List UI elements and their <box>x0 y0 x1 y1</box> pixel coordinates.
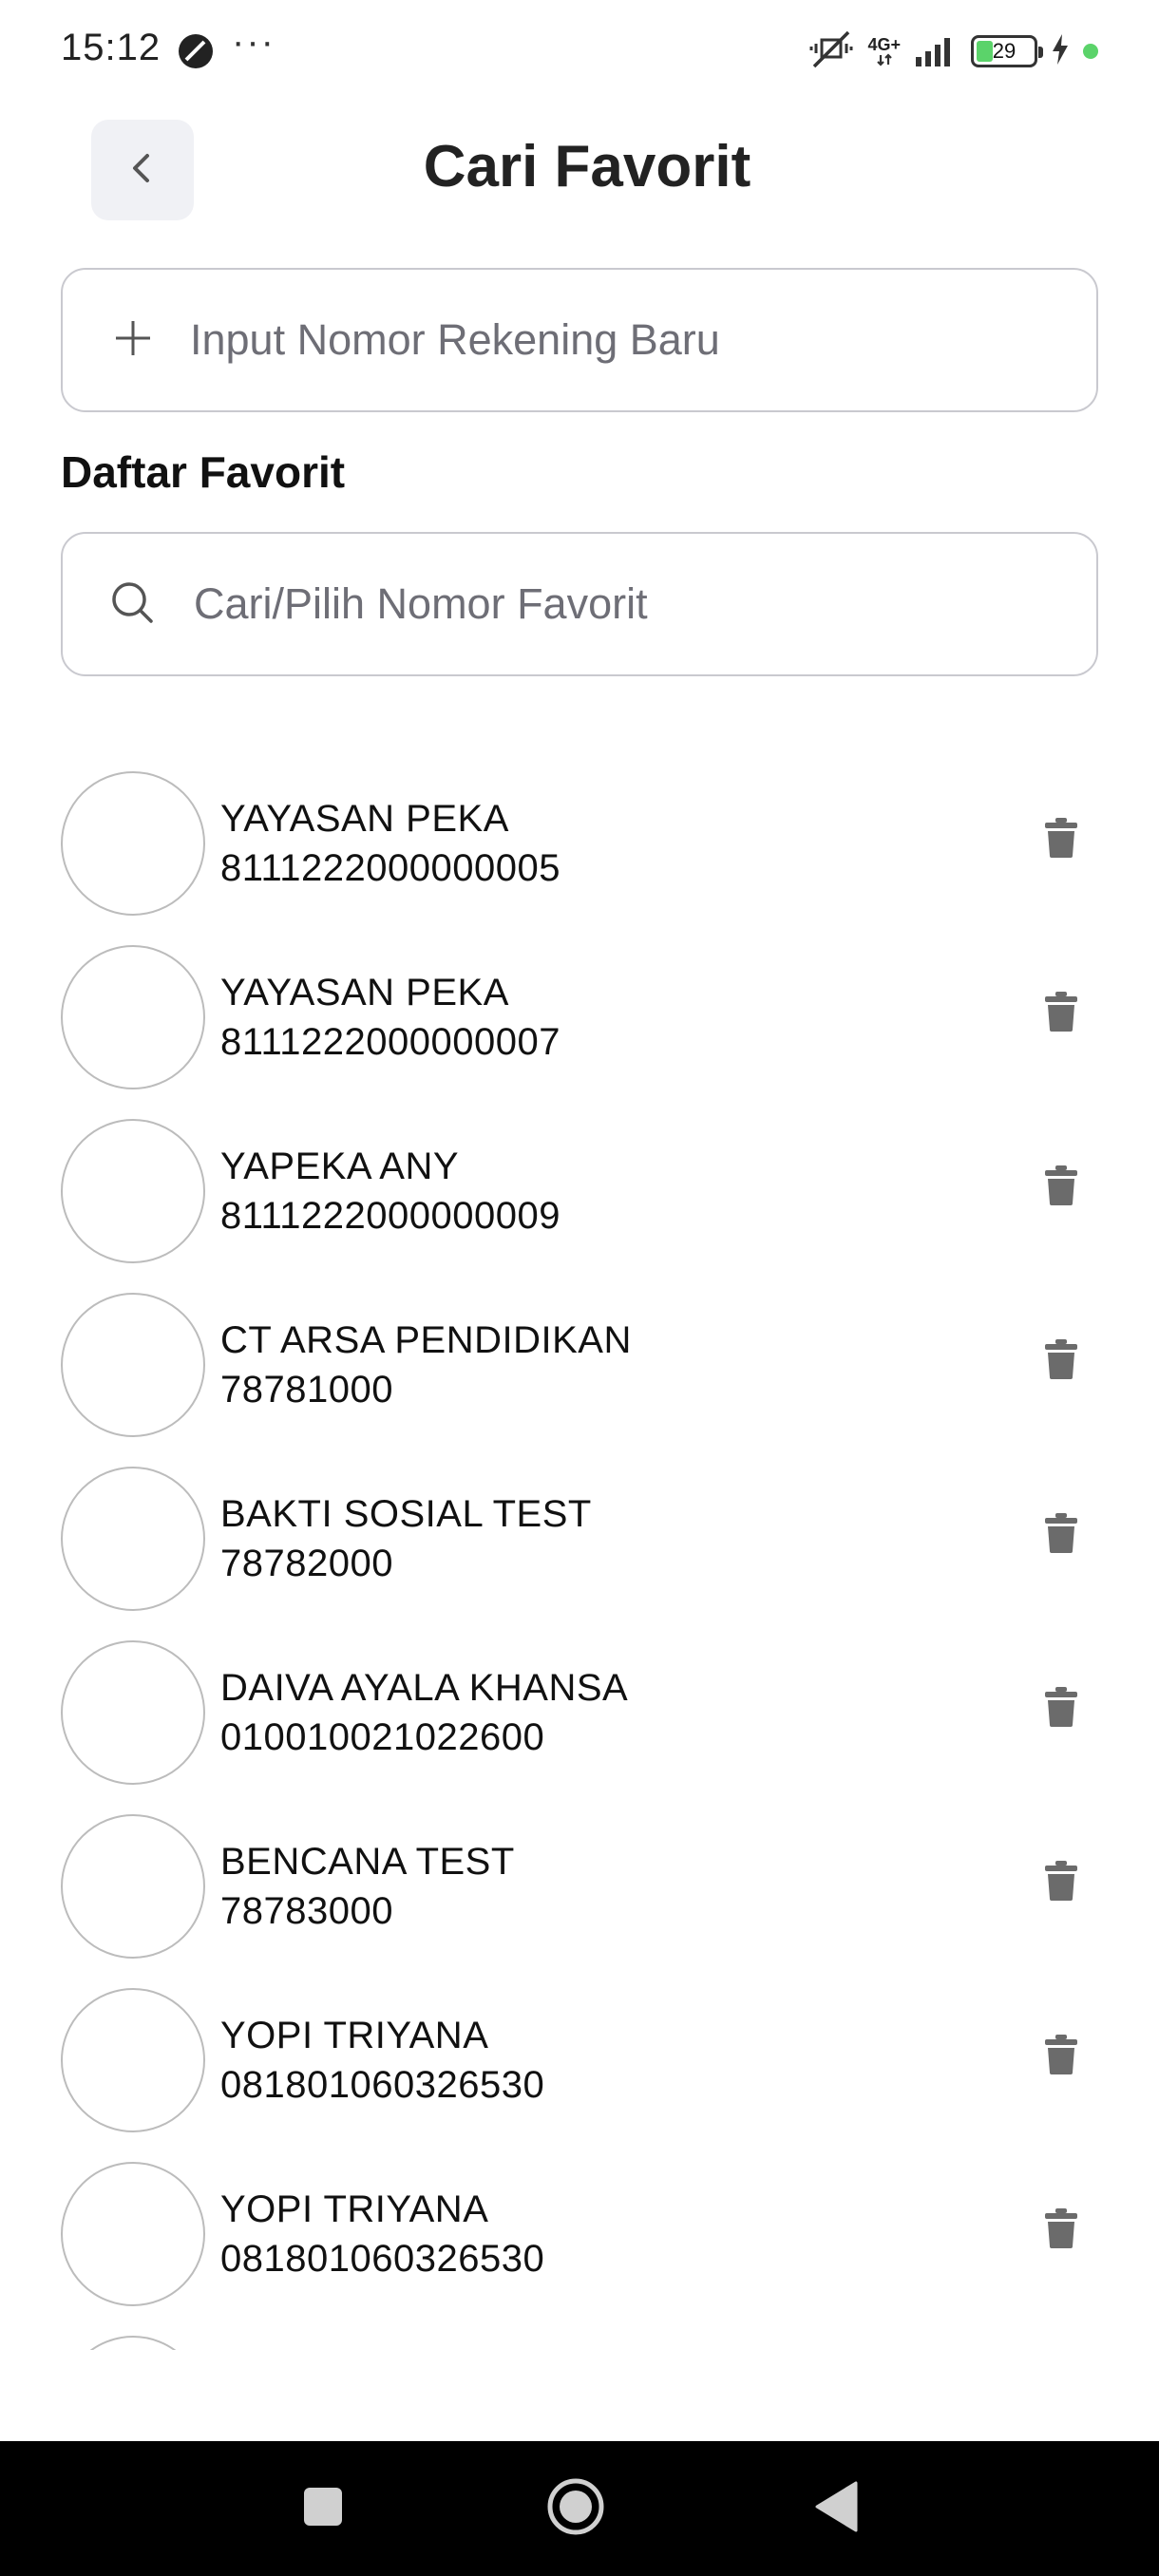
favorite-name: YOPI TRIYANA <box>220 2188 489 2230</box>
avatar <box>61 771 205 916</box>
favorite-account-number: 8111222000000009 <box>220 1195 560 1237</box>
favorite-name: CT ARSA PENDIDIKAN <box>220 1319 632 1361</box>
trash-icon <box>1044 1860 1078 1913</box>
back-button[interactable] <box>91 120 194 220</box>
favorite-account-number: 78782000 <box>220 1543 393 1584</box>
trash-icon <box>1044 991 1078 1044</box>
delete-favorite-button[interactable] <box>1037 991 1085 1044</box>
favorite-account-number: 8111222000000005 <box>220 847 560 889</box>
avatar <box>61 945 205 1089</box>
avatar <box>61 1640 205 1785</box>
system-nav-bar <box>0 2441 1159 2576</box>
new-account-field[interactable] <box>61 268 1098 412</box>
favorite-item[interactable]: YAYASAN PEKA 8111222000000005 <box>0 766 1159 939</box>
avatar <box>61 1467 205 1611</box>
favorites-section-title: Daftar Favorit <box>61 447 346 497</box>
trash-icon <box>1044 817 1078 870</box>
status-time: 15:12 <box>61 27 162 68</box>
favorite-item[interactable] <box>0 2330 1159 2350</box>
delete-favorite-button[interactable] <box>1037 2207 1085 2261</box>
favorite-name: YAYASAN PEKA <box>220 972 509 1013</box>
delete-favorite-button[interactable] <box>1037 817 1085 870</box>
avatar <box>61 1814 205 1959</box>
avatar <box>61 1293 205 1437</box>
favorite-item[interactable]: BAKTI SOSIAL TEST 78782000 <box>0 1461 1159 1635</box>
favorite-name: DAIVA AYALA KHANSA <box>220 1667 629 1709</box>
favorite-item[interactable]: YAYASAN PEKA 8111222000000007 <box>0 939 1159 1113</box>
trash-icon <box>1044 1338 1078 1392</box>
status-icons: 4G+ 29 <box>808 28 1098 74</box>
app-notification-icon <box>177 32 215 70</box>
trash-icon <box>1044 1512 1078 1565</box>
circle-home-icon <box>545 2476 606 2542</box>
favorite-search-input[interactable] <box>194 579 1049 629</box>
search-icon <box>110 580 154 629</box>
favorite-account-number: 8111222000000007 <box>220 1021 560 1063</box>
favorite-item[interactable]: BENCANA TEST 78783000 <box>0 1809 1159 1982</box>
chevron-left-icon <box>124 149 162 192</box>
favorites-list: YAYASAN PEKA 8111222000000005 YAYASAN PEKA… <box>0 760 1159 2350</box>
delete-favorite-button[interactable] <box>1037 1686 1085 1739</box>
trash-icon <box>1044 2034 1078 2087</box>
delete-favorite-button[interactable] <box>1037 1338 1085 1392</box>
trash-icon <box>1044 1686 1078 1739</box>
favorite-name: YAPEKA ANY <box>220 1146 460 1187</box>
more-notifications-icon: ··· <box>232 21 276 63</box>
avatar <box>61 2162 205 2306</box>
delete-favorite-button[interactable] <box>1037 1165 1085 1218</box>
recents-button[interactable] <box>285 2441 361 2576</box>
favorite-account-number: 78783000 <box>220 1890 393 1932</box>
favorite-account-number: 081801060326530 <box>220 2064 545 2106</box>
favorite-item[interactable]: YOPI TRIYANA 081801060326530 <box>0 1982 1159 2156</box>
mute-vibrate-icon <box>808 28 854 75</box>
new-account-input[interactable] <box>190 315 1045 365</box>
favorites-screen: 15:12 ··· 4G+ 29 Cari Favorit Input Nomo… <box>0 0 1159 2576</box>
avatar <box>61 1988 205 2132</box>
plus-icon <box>112 317 154 364</box>
delete-favorite-button[interactable] <box>1037 2034 1085 2087</box>
status-bar: 15:12 ··· 4G+ 29 <box>0 0 1159 104</box>
favorite-search-field[interactable] <box>61 532 1098 676</box>
delete-favorite-button[interactable] <box>1037 1860 1085 1913</box>
favorite-name: YAYASAN PEKA <box>220 798 509 840</box>
favorite-name: BAKTI SOSIAL TEST <box>220 1493 592 1535</box>
signal-icon <box>914 32 958 71</box>
favorite-item[interactable]: YAPEKA ANY 8111222000000009 <box>0 1113 1159 1287</box>
square-icon <box>303 2487 343 2531</box>
charging-icon <box>1051 33 1070 70</box>
favorite-item[interactable]: YOPI TRIYANA 081801060326530 <box>0 2156 1159 2330</box>
triangle-back-icon <box>814 2481 858 2537</box>
system-back-button[interactable] <box>798 2441 874 2576</box>
favorite-name: YOPI TRIYANA <box>220 2015 489 2056</box>
avatar <box>61 2336 205 2350</box>
avatar <box>61 1119 205 1263</box>
trash-icon <box>1044 2207 1078 2261</box>
battery-percent: 29 <box>992 39 1016 63</box>
home-button[interactable] <box>536 2441 616 2576</box>
battery-icon: 29 <box>971 35 1043 67</box>
favorite-account-number: 78781000 <box>220 1369 393 1411</box>
favorite-account-number: 010010021022600 <box>220 1716 545 1758</box>
network-type-icon: 4G+ <box>867 36 901 66</box>
trash-icon <box>1044 1165 1078 1218</box>
favorite-name: BENCANA TEST <box>220 1841 515 1883</box>
privacy-indicator-dot <box>1083 44 1098 59</box>
delete-favorite-button[interactable] <box>1037 1512 1085 1565</box>
favorite-item[interactable]: DAIVA AYALA KHANSA 010010021022600 <box>0 1635 1159 1809</box>
favorite-account-number: 081801060326530 <box>220 2238 545 2280</box>
favorite-item[interactable]: CT ARSA PENDIDIKAN 78781000 <box>0 1287 1159 1461</box>
